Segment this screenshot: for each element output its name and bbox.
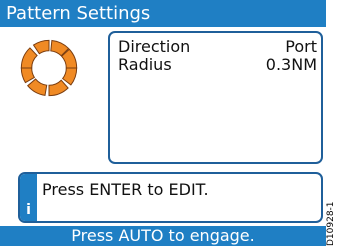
settings-panel: Direction Port Radius 0.3NM — [108, 31, 323, 164]
pattern-settings-screen: Pattern Settings Direction Port Radius 0… — [0, 0, 326, 246]
info-message-box: i Press ENTER to EDIT. — [18, 172, 323, 223]
direction-label: Direction — [118, 37, 191, 56]
radius-value: 0.3NM — [265, 55, 317, 74]
info-icon: i — [26, 202, 31, 218]
info-message: Press ENTER to EDIT. — [42, 180, 209, 199]
radius-label: Radius — [118, 55, 172, 74]
figure-id-label: D10928-1 — [326, 201, 336, 246]
setting-row-radius[interactable]: Radius 0.3NM — [118, 55, 317, 75]
setting-row-direction[interactable]: Direction Port — [118, 37, 317, 57]
info-stripe: i — [20, 174, 37, 221]
page-title: Pattern Settings — [0, 0, 326, 27]
status-prompt: Press AUTO to engage. — [0, 226, 326, 246]
direction-value: Port — [285, 37, 317, 56]
circle-pattern-icon — [20, 39, 78, 97]
